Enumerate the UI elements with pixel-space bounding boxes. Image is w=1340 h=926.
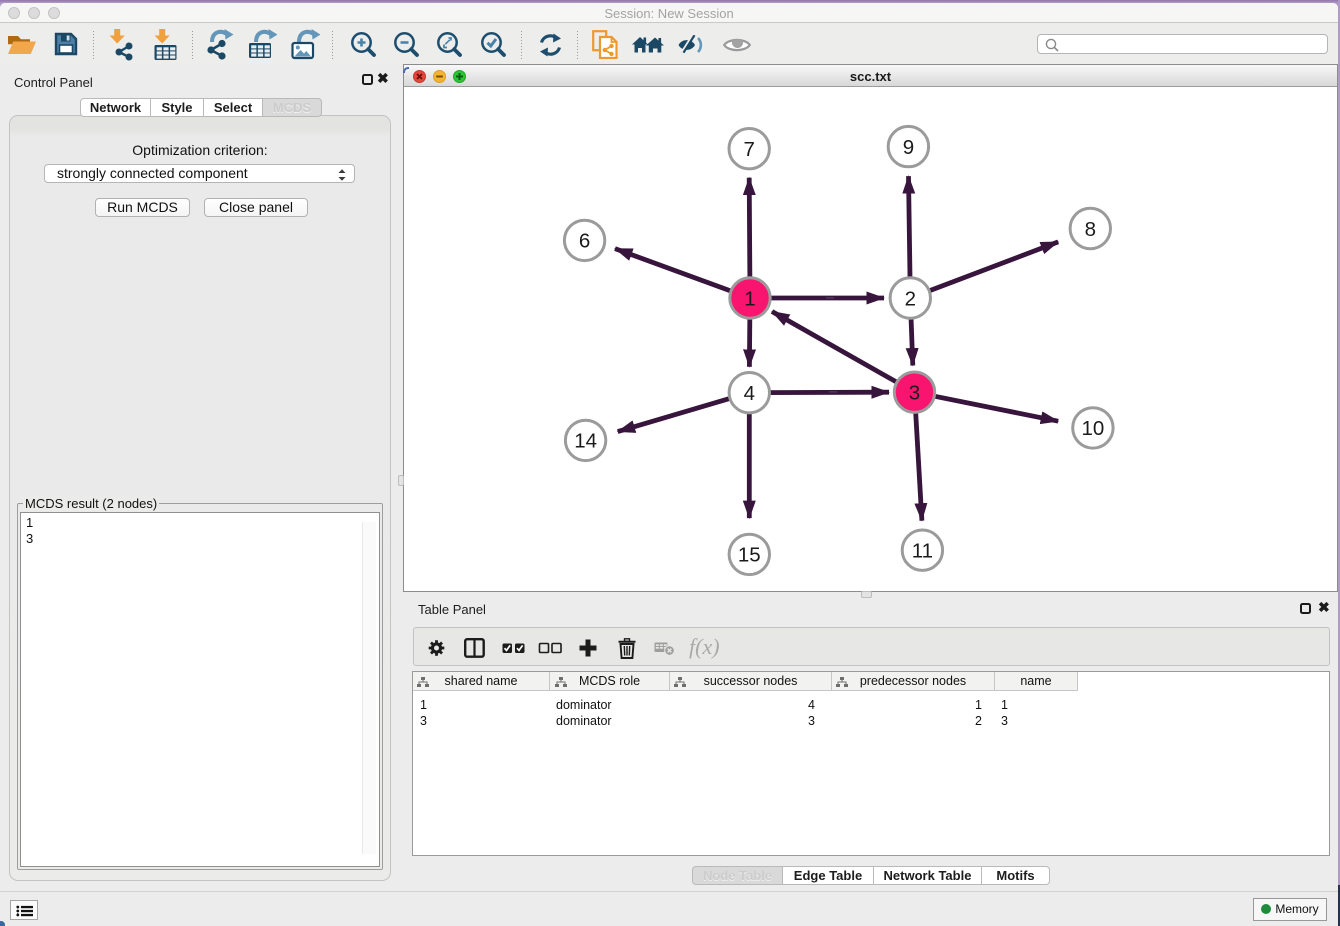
- svg-text:1: 1: [744, 287, 755, 310]
- svg-text:2: 2: [905, 287, 916, 310]
- svg-text:15: 15: [738, 544, 761, 567]
- svg-text:7: 7: [743, 138, 754, 161]
- svg-text:6: 6: [579, 230, 590, 253]
- svg-text:10: 10: [1081, 417, 1104, 440]
- svg-text:8: 8: [1085, 218, 1096, 241]
- svg-text:9: 9: [903, 136, 914, 159]
- svg-text:3: 3: [909, 382, 920, 405]
- svg-text:11: 11: [912, 540, 933, 563]
- svg-text:14: 14: [574, 430, 597, 453]
- svg-text:4: 4: [744, 382, 755, 405]
